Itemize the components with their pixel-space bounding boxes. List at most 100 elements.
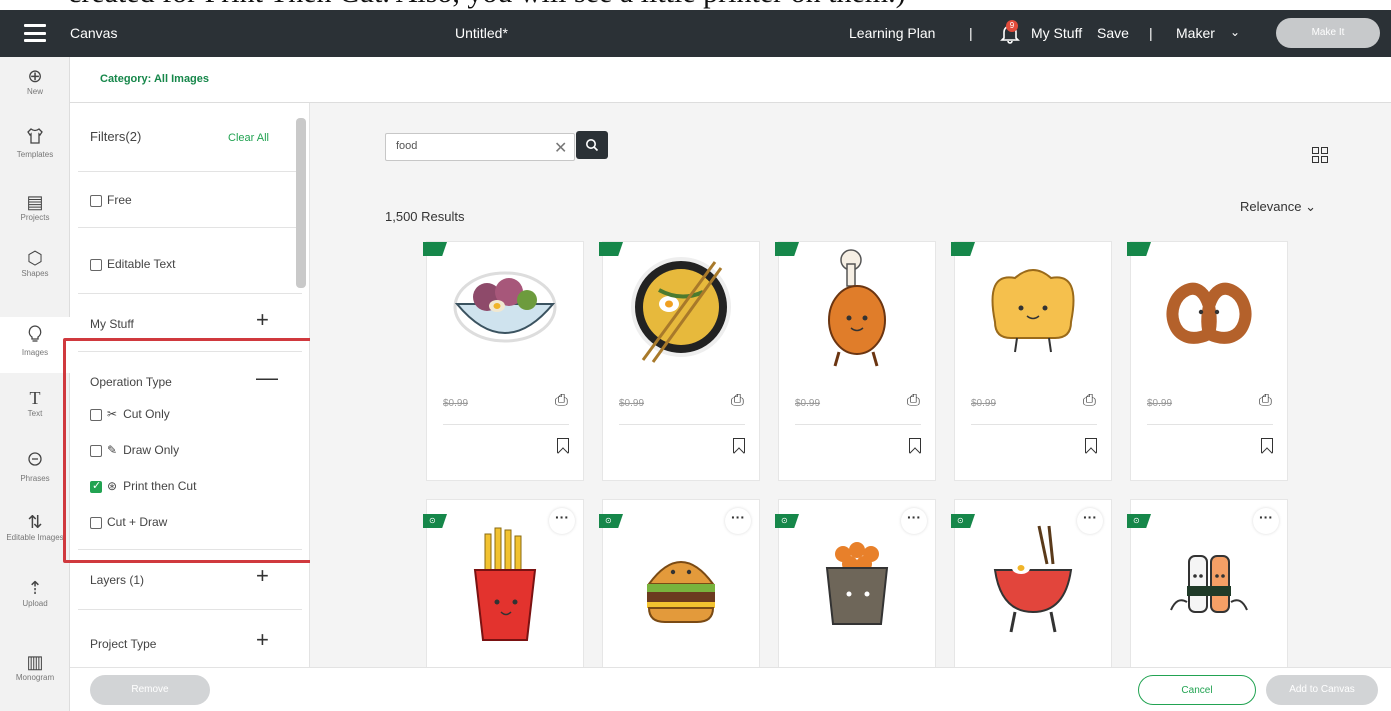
rail-item-phrases[interactable]: Phrases xyxy=(0,451,70,499)
printer-icon: ⎙ xyxy=(1083,392,1096,409)
price-label: $0.99 xyxy=(443,398,469,409)
bookmark-icon[interactable] xyxy=(733,438,745,453)
printer-icon: ⎙ xyxy=(907,392,920,409)
printer-icon: ⎙ xyxy=(731,392,744,409)
caption-text: created for Print Then Cut. Also, you wi… xyxy=(68,0,906,10)
notification-badge: 9 xyxy=(1006,20,1018,32)
grid-view-icon[interactable] xyxy=(1312,147,1328,163)
bookmark-icon[interactable] xyxy=(1085,438,1097,453)
noodle-bowl-image xyxy=(993,525,1073,633)
monogram-icon: ▥ xyxy=(26,652,44,672)
printer-icon: ⎙ xyxy=(555,392,568,409)
filters-scrollbar[interactable] xyxy=(296,118,306,288)
editable-image-icon: ⇅ xyxy=(27,512,43,532)
projects-icon: ▤ xyxy=(26,192,44,212)
make-it-button[interactable]: Make It xyxy=(1276,18,1380,48)
filter-cut-draw[interactable]: Cut + Draw xyxy=(90,515,167,529)
sort-dropdown[interactable]: Relevance ⌄ xyxy=(1240,199,1316,215)
filter-print-then-cut[interactable]: ⊛Print then Cut xyxy=(90,479,196,493)
app-name: Canvas xyxy=(70,25,118,41)
top-bar: Canvas Untitled* Learning Plan | 9 My St… xyxy=(0,10,1391,57)
bell-icon[interactable]: 9 xyxy=(1000,20,1020,44)
clear-search-icon[interactable]: ✕ xyxy=(554,138,567,158)
filter-editable-text[interactable]: Editable Text xyxy=(90,257,176,271)
bookmark-icon[interactable] xyxy=(909,438,921,453)
search-button[interactable] xyxy=(576,131,608,159)
machine-selector[interactable]: Maker xyxy=(1176,25,1215,41)
filter-draw-only[interactable]: ✎ Draw Only xyxy=(90,443,179,457)
remove-button[interactable]: Remove xyxy=(90,675,210,705)
filter-free[interactable]: Free xyxy=(90,193,132,207)
rail-item-editable-images[interactable]: ⇅ Editable Images xyxy=(0,511,70,565)
rail-item-projects[interactable]: ▤ Projects xyxy=(0,191,70,239)
scissors-icon: ✂ xyxy=(107,407,118,421)
image-card[interactable]: $0.99 ⎙ xyxy=(951,241,1112,481)
search-input[interactable] xyxy=(396,140,536,152)
pen-icon: ✎ xyxy=(107,443,118,457)
operation-type-section[interactable]: Operation Type xyxy=(90,375,172,389)
print-then-cut-checkbox[interactable] xyxy=(90,479,102,493)
expand-layers-icon[interactable]: + xyxy=(256,563,269,589)
results-count: 1,500 Results xyxy=(385,209,465,224)
image-card[interactable]: $0.99 ⎙ xyxy=(775,241,936,481)
my-stuff-link[interactable]: My Stuff xyxy=(1031,25,1082,41)
category-bar: Category: All Images xyxy=(70,57,1391,103)
image-card[interactable]: ⊙ ··· xyxy=(599,499,760,667)
collapse-operation-type-icon[interactable]: — xyxy=(256,365,278,391)
expand-my-stuff-icon[interactable]: + xyxy=(256,307,269,333)
my-stuff-section[interactable]: My Stuff xyxy=(90,317,134,331)
sushi-bowl-image xyxy=(825,542,889,625)
cancel-button[interactable]: Cancel xyxy=(1138,675,1256,705)
project-type-section[interactable]: Project Type xyxy=(90,637,156,651)
fries-image xyxy=(473,527,537,641)
chevron-down-icon[interactable]: ⌄ xyxy=(1230,25,1240,39)
save-button[interactable]: Save xyxy=(1097,25,1129,41)
lightbulb-icon xyxy=(0,325,70,348)
layers-section[interactable]: Layers (1) xyxy=(90,573,144,587)
separator: | xyxy=(969,25,973,41)
editable-text-checkbox[interactable] xyxy=(90,258,102,271)
rail-item-text[interactable]: T Text xyxy=(0,387,70,435)
price-label: $0.99 xyxy=(619,398,645,409)
text-icon: T xyxy=(29,388,41,408)
category-label[interactable]: Category: All Images xyxy=(100,73,209,85)
image-card[interactable]: ⊙ ··· xyxy=(775,499,936,667)
shapes-icon: ⬡ xyxy=(27,248,43,268)
left-rail: ⊕ New Templates ▤ Projects ⬡ Shapes Imag… xyxy=(0,57,70,711)
plus-circle-icon: ⊕ xyxy=(27,66,43,86)
price-label: $0.99 xyxy=(795,398,821,409)
rail-item-monogram[interactable]: ▥ Monogram xyxy=(0,651,70,699)
cut-draw-checkbox[interactable] xyxy=(90,516,102,529)
image-card[interactable]: $0.99 ⎙ xyxy=(1127,241,1288,481)
drumstick-image xyxy=(828,249,886,367)
image-card[interactable]: ⊙ ··· xyxy=(1127,499,1288,667)
image-card[interactable]: $0.99 ⎙ xyxy=(599,241,760,481)
learning-plan-link[interactable]: Learning Plan xyxy=(849,25,935,41)
clear-all-link[interactable]: Clear All xyxy=(228,132,269,144)
image-card[interactable]: ⊙ ··· xyxy=(423,499,584,667)
free-checkbox[interactable] xyxy=(90,194,102,207)
add-to-canvas-button[interactable]: Add to Canvas xyxy=(1266,675,1378,705)
results-area: ✕ 1,500 Results Relevance ⌄ $0.99 ⎙ $0.9… xyxy=(310,103,1391,667)
bookmark-icon[interactable] xyxy=(557,438,569,453)
expand-project-type-icon[interactable]: + xyxy=(256,627,269,653)
bookmark-icon[interactable] xyxy=(1261,438,1273,453)
image-card[interactable]: $0.99 ⎙ xyxy=(423,241,584,481)
cut-only-checkbox[interactable] xyxy=(90,408,102,421)
rail-item-upload[interactable]: ⇡ Upload xyxy=(0,577,70,625)
rail-item-templates[interactable]: Templates xyxy=(0,127,70,175)
filter-cut-only[interactable]: ✂ Cut Only xyxy=(90,407,170,421)
document-title[interactable]: Untitled* xyxy=(455,25,508,41)
hamburger-menu-icon[interactable] xyxy=(24,24,46,42)
caption-strip: created for Print Then Cut. Also, you wi… xyxy=(0,0,1391,10)
price-label: $0.99 xyxy=(971,398,997,409)
toast-image xyxy=(991,269,1075,353)
draw-only-checkbox[interactable] xyxy=(90,444,102,457)
rail-item-shapes[interactable]: ⬡ Shapes xyxy=(0,247,70,295)
price-label: $0.99 xyxy=(1147,398,1173,409)
rail-item-images[interactable]: Images xyxy=(0,317,70,373)
search-box[interactable]: ✕ xyxy=(385,133,575,161)
speech-bubble-icon xyxy=(0,451,70,474)
image-card[interactable]: ⊙ ··· xyxy=(951,499,1112,667)
rail-item-new[interactable]: ⊕ New xyxy=(0,65,70,113)
